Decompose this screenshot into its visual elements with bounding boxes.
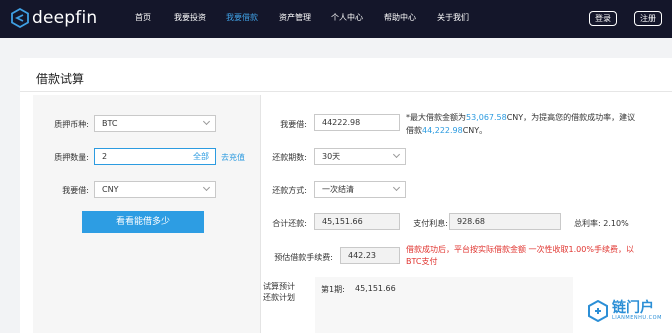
chevron-down-icon [392,150,401,159]
top-nav-bar: deepfin 首页 我要投资 我要借款 资产管理 个人中心 帮助中心 关于我们… [0,0,672,38]
calculate-button[interactable]: 看看能借多少 [82,211,204,233]
repayment-plan-box: 第1期: 45,151.66 [315,277,573,333]
collateral-currency-value: BTC [102,119,118,128]
watermark-logo-icon [588,300,608,322]
repayment-method-label: 还款方式: [272,186,307,195]
total-rate: 总利率: 2.10% [574,218,629,229]
repayment-plan-label-1: 试算预计 [263,282,295,291]
column-divider [260,95,261,333]
borrow-currency-select[interactable]: CNY [94,181,216,198]
interest-field: 928.68 [449,213,561,230]
total-rate-label: 总利率: [574,219,601,228]
recharge-link[interactable]: 去充值 [221,152,245,163]
estimated-fee-value: 442.23 [348,251,376,260]
nav-personal-center[interactable]: 个人中心 [331,12,363,23]
plan-period-label: 第1期: [321,285,345,294]
login-button[interactable]: 登录 [589,11,617,26]
interest-value: 928.68 [457,217,485,226]
repayment-method-select[interactable]: 一次结清 [314,181,406,198]
total-repayment-field: 45,151.66 [314,213,400,230]
watermark-subtext: LIANMENHU.COM [612,315,662,321]
register-button[interactable]: 注册 [634,11,662,26]
estimated-fee-field: 442.23 [340,247,400,264]
watermark-text: 链门户 [612,300,654,316]
borrow-currency-label: 我要借: [62,186,89,195]
page-title: 借款试算 [36,72,85,86]
collateral-quantity-input[interactable]: 2 全部 [94,148,216,165]
nav-help-center[interactable]: 帮助中心 [384,12,416,23]
plan-period-amount: 45,151.66 [355,284,396,293]
loan-amount-value: 44222.98 [322,118,361,127]
nav-home[interactable]: 首页 [135,12,151,23]
loan-amount-input[interactable]: 44222.98 [314,114,400,131]
chevron-down-icon [392,183,401,192]
collateral-quantity-label: 质押数量: [54,153,89,162]
borrow-currency-value: CNY [102,185,119,194]
watermark: 链门户 LIANMENHU.COM [587,300,662,322]
nav-invest[interactable]: 我要投资 [174,12,206,23]
nav-borrow[interactable]: 我要借款 [226,12,258,23]
repayment-period-select[interactable]: 30天 [314,148,406,165]
brand-name: deepfin [32,8,98,28]
max-loan-hint: *最大借款金额为53,067.58CNY，为提高您的借款成功率，建议借款44,2… [406,113,636,135]
nav-about-us[interactable]: 关于我们 [437,12,469,23]
repayment-method-value: 一次结清 [322,185,354,194]
repayment-period-value: 30天 [322,152,341,161]
nav-assets[interactable]: 资产管理 [279,12,311,23]
chevron-down-icon [202,183,211,192]
title-divider [20,91,672,92]
repayment-period-label: 还款期数: [272,153,307,162]
total-repayment-label: 合计还款: [272,219,307,228]
loan-amount-label: 我要借: [280,120,307,129]
fee-warning: 借款成功后，平台按实际借款金额 一次性收取1.00%手续费，以BTC支付 [406,245,634,266]
total-repayment-value: 45,151.66 [322,217,363,226]
brand-logo[interactable]: deepfin [10,8,97,28]
collateral-currency-select[interactable]: BTC [94,115,216,132]
total-rate-value: 2.10% [603,219,629,228]
use-all-button[interactable]: 全部 [193,149,209,164]
collateral-quantity-value: 2 [102,152,108,161]
collateral-currency-label: 质押币种: [54,120,89,129]
deepfin-logo-icon [11,8,29,28]
interest-label: 支付利息: [413,219,448,228]
repayment-plan-label-2: 还款计划 [263,293,295,302]
chevron-down-icon [202,117,211,126]
estimated-fee-label: 预估借款手续费: [274,253,333,262]
